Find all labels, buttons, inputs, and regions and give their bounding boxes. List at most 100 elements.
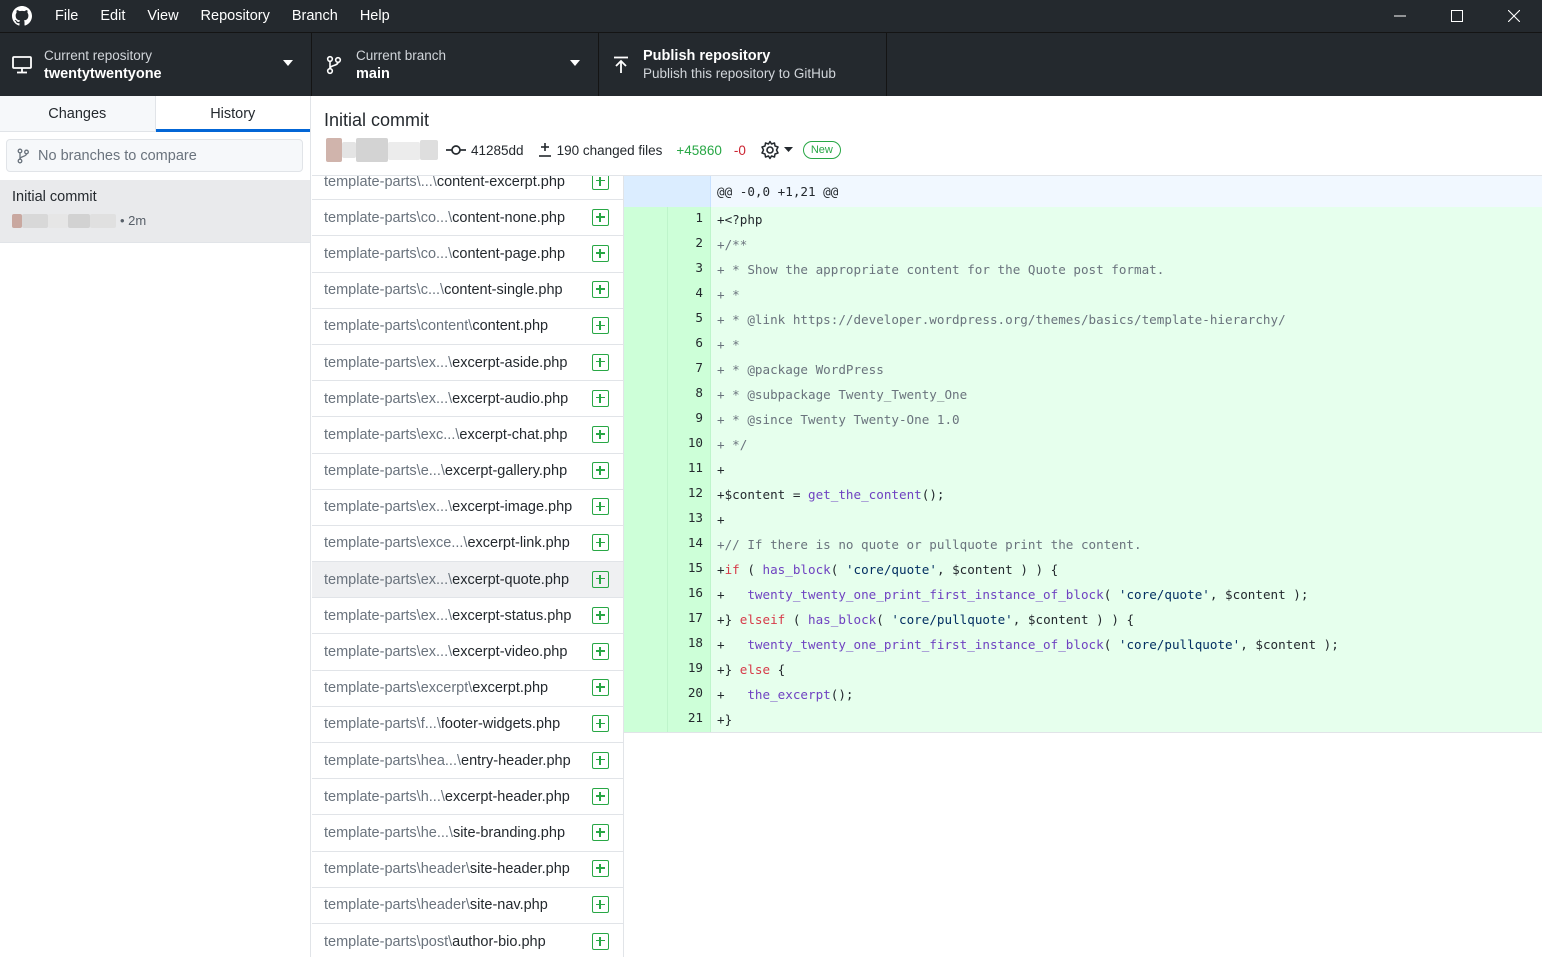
code-token: else [739,662,771,677]
file-list-item[interactable]: template-parts\he...\ site-branding.php [312,815,623,852]
diff-code: +<?php [711,207,763,232]
author-avatar-blur [326,138,442,162]
file-list-item[interactable]: template-parts\exce...\ excerpt-link.php [312,526,623,563]
current-branch-button[interactable]: Current branch main [312,33,599,96]
file-added-icon [592,425,609,443]
line-number: 10 [668,432,711,457]
code-token: , $content ); [1240,637,1339,652]
diff-line[interactable]: 3 + * Show the appropriate content for th… [624,257,1542,282]
file-path-dir: template-parts\ex...\ [324,390,453,407]
file-list-item[interactable]: template-parts\c...\ content-single.php [312,273,623,309]
code-token: ( [739,562,763,577]
sidebar: Changes History No branches to compare I… [0,96,311,957]
file-added-icon [592,462,609,480]
line-number: 17 [668,607,711,632]
maximize-button[interactable] [1428,0,1485,32]
file-list-item[interactable]: template-parts\co...\ content-none.php [312,200,623,237]
diff-line[interactable]: 21 +} [624,707,1542,732]
diff-code: + * Show the appropriate content for the… [711,257,1164,282]
file-list-item[interactable]: template-parts\content\ content.php [312,309,623,345]
menu-file[interactable]: File [44,0,89,32]
close-button[interactable] [1485,0,1542,32]
diff-line[interactable]: 16 + twenty_twenty_one_print_first_instan… [624,582,1542,607]
file-added-icon [592,244,609,262]
file-name: excerpt.php [472,680,549,697]
branch-name: main [356,65,390,82]
diff-code: +} else { [711,657,785,682]
file-list-item[interactable]: template-parts\e...\ excerpt-gallery.php [312,454,623,490]
file-list-item[interactable]: template-parts\f...\ footer-widgets.php [312,707,623,743]
publish-repository-button[interactable]: Publish repository Publish this reposito… [599,33,887,96]
diff-line[interactable]: 19 +} else { [624,657,1542,682]
file-name: excerpt-video.php [452,644,568,661]
file-list-item[interactable]: template-parts\co...\ content-page.php [312,236,623,273]
file-list-item[interactable]: template-parts\ex...\ excerpt-quote.php [312,562,623,599]
line-number: 16 [668,582,711,607]
diff-line[interactable]: 9 + * @since Twenty Twenty-One 1.0 [624,407,1542,432]
commit-sha[interactable]: 41285dd [446,143,524,158]
file-list-item[interactable]: template-parts\ex...\ excerpt-image.php [312,490,623,526]
file-name: excerpt-gallery.php [444,463,568,480]
file-path-dir: template-parts\h...\ [324,788,445,805]
commit-list-item[interactable]: Initial commit • 2m [0,180,310,243]
diff-line[interactable]: 8 + * @subpackage Twenty_Twenty_One [624,382,1542,407]
diff-line[interactable]: 1 +<?php [624,207,1542,232]
menu-edit[interactable]: Edit [89,0,136,32]
diff-line[interactable]: 20 + the_excerpt(); [624,682,1542,707]
file-list-item[interactable]: template-parts\ex...\ excerpt-status.php [312,598,623,635]
diff-line[interactable]: 15 +if ( has_block( 'core/quote', $conten… [624,557,1542,582]
file-list-item[interactable]: template-parts\exc...\ excerpt-chat.php [312,417,623,454]
branch-compare-input[interactable]: No branches to compare [6,139,303,172]
diff-code: + * @subpackage Twenty_Twenty_One [711,382,967,407]
file-path-dir: template-parts\ex...\ [324,571,453,588]
file-list-item[interactable]: template-parts\ex...\ excerpt-audio.php [312,381,623,418]
diff-line[interactable]: 4 + * [624,282,1542,307]
diff-line[interactable]: 18 + twenty_twenty_one_print_first_instan… [624,632,1542,657]
diff-line[interactable]: 2 +/** [624,232,1542,257]
file-list-item[interactable]: template-parts\h...\ excerpt-header.php [312,779,623,816]
upload-icon [599,56,643,74]
diff-settings-button[interactable] [760,140,793,160]
diff-code: +if ( has_block( 'core/quote', $content … [711,557,1058,582]
file-list-item[interactable]: template-parts\excerpt\ excerpt.php [312,671,623,707]
code-token: ( [785,612,808,627]
file-list-item[interactable]: template-parts\hea...\ entry-header.php [312,743,623,780]
code-token: (); [921,487,945,502]
file-path-dir: template-parts\exce...\ [324,535,468,552]
menu-view[interactable]: View [136,0,189,32]
changed-files-text: 190 changed files [556,142,663,158]
menu-repository[interactable]: Repository [190,0,281,32]
file-list-item[interactable]: template-parts\header\ site-nav.php [312,888,623,924]
diff-line[interactable]: 7 + * @package WordPress [624,357,1542,382]
file-list-item[interactable]: template-parts\header\ site-header.php [312,852,623,888]
diff-line[interactable]: 14 +// If there is no quote or pullquote … [624,532,1542,557]
file-added-icon [592,281,609,299]
file-list-item[interactable]: template-parts\ex...\ excerpt-aside.php [312,345,623,382]
diff-line[interactable]: 13 + [624,507,1542,532]
diff-line[interactable]: 11 + [624,457,1542,482]
file-list-item[interactable]: template-parts\ex...\ excerpt-video.php [312,634,623,671]
diff-line[interactable]: 6 + * [624,332,1542,357]
diff-line[interactable]: 17 +} elseif ( has_block( 'core/pullquote… [624,607,1542,632]
tab-history[interactable]: History [154,96,310,132]
line-number: 18 [668,632,711,657]
diff-line[interactable]: 5 + * @link https://developer.wordpress.o… [624,307,1542,332]
minimize-button[interactable] [1371,0,1428,32]
menu-branch[interactable]: Branch [281,0,349,32]
diff-view: @@ -0,0 +1,21 @@ 1 +<?php 2 +/** 3 + * Show t… [624,176,1542,957]
file-name: excerpt-aside.php [452,354,568,371]
diff-code: + twenty_twenty_one_print_first_instance… [711,582,1308,607]
menu-help[interactable]: Help [349,0,401,32]
file-list-item[interactable]: template-parts\...\ content-excerpt.php [312,176,623,201]
file-path-dir: template-parts\ex...\ [324,354,453,371]
tab-changes[interactable]: Changes [0,96,155,131]
diff-line[interactable]: 12 +$content = get_the_content(); [624,482,1542,507]
current-repository-button[interactable]: Current repository twentytwentyone [0,33,312,96]
line-number: 13 [668,507,711,532]
line-number: 19 [668,657,711,682]
commit-title: Initial commit [324,110,430,130]
file-name: content-none.php [452,209,566,226]
file-list-item[interactable]: template-parts\post\ author-bio.php [312,924,623,957]
diff-line[interactable]: 10 + */ [624,432,1542,457]
file-name: excerpt-status.php [452,607,572,624]
